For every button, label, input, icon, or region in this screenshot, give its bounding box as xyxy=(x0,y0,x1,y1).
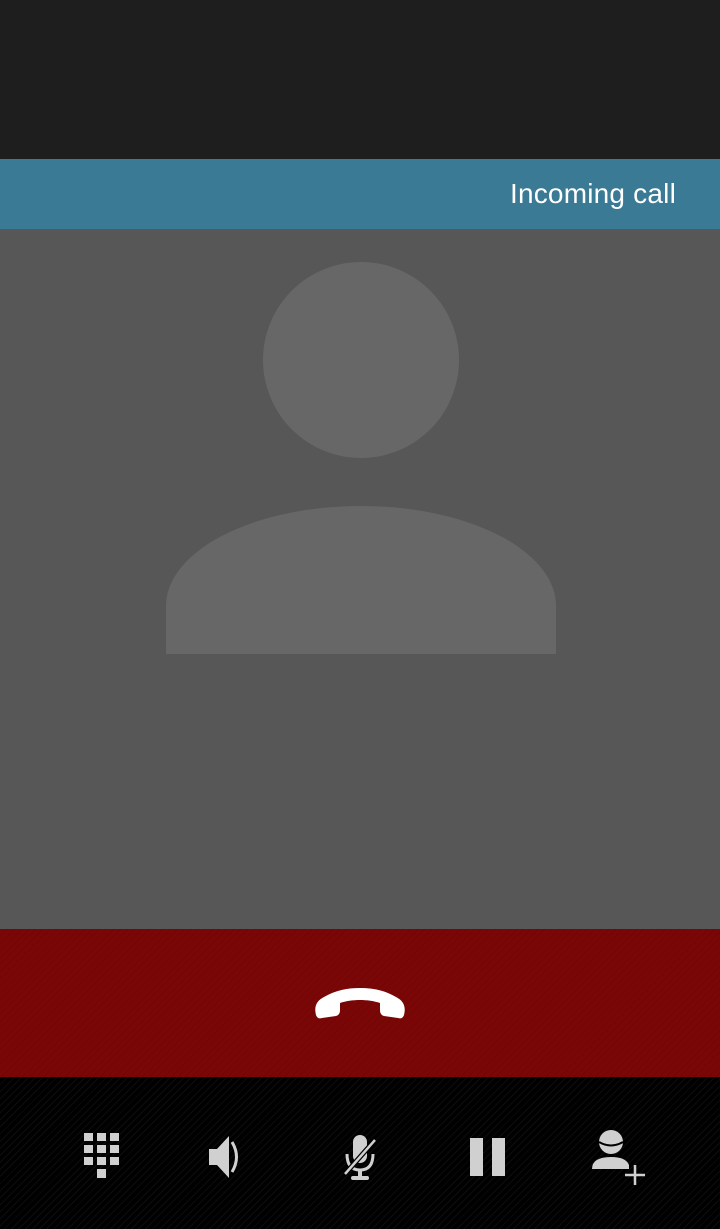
call-status-bar: Incoming call xyxy=(0,159,720,229)
dialpad-icon xyxy=(84,1133,119,1178)
hold-button[interactable] xyxy=(458,1127,518,1187)
speaker-button[interactable] xyxy=(193,1127,253,1187)
top-area xyxy=(0,0,720,159)
add-call-button[interactable] xyxy=(590,1127,650,1187)
call-screen: Incoming call xyxy=(0,0,720,1229)
caller-photo-area xyxy=(0,229,720,929)
mute-microphone-icon xyxy=(343,1135,377,1180)
call-controls-bar xyxy=(0,1077,720,1229)
add-contact-icon xyxy=(592,1130,645,1185)
dialpad-button[interactable] xyxy=(73,1127,133,1187)
mute-button[interactable] xyxy=(330,1127,390,1187)
end-call-button[interactable] xyxy=(0,929,720,1077)
pause-icon xyxy=(470,1138,505,1176)
speaker-icon xyxy=(209,1136,238,1178)
avatar-body xyxy=(166,506,556,654)
end-call-icon xyxy=(315,988,405,1019)
avatar-head xyxy=(263,262,459,458)
call-status-text: Incoming call xyxy=(509,178,676,209)
